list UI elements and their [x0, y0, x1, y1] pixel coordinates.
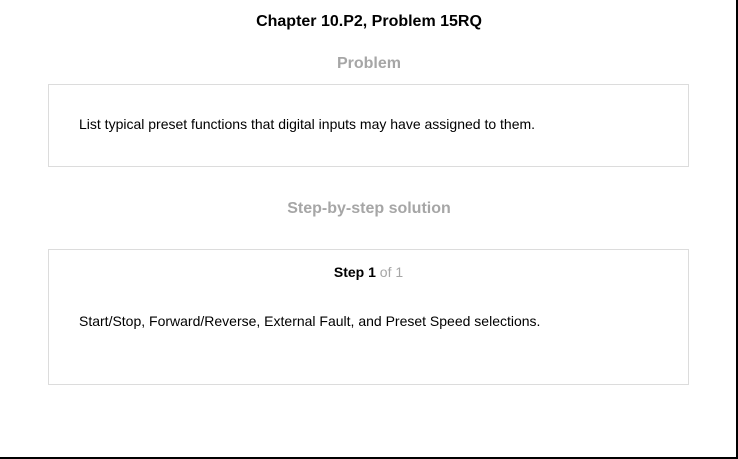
problem-box: List typical preset functions that digit…	[48, 84, 689, 167]
page-title: Chapter 10.P2, Problem 15RQ	[256, 13, 482, 30]
step-total: of 1	[379, 264, 404, 280]
step-counter: Step 1 of 1	[49, 263, 688, 281]
problem-heading: Problem	[336, 55, 401, 72]
solution-text: Start/Stop, Forward/Reverse, External Fa…	[79, 313, 541, 329]
solution-box: Step 1 of 1 Start/Stop, Forward/Reverse,…	[48, 249, 689, 385]
step-word: Step	[333, 264, 365, 280]
step-number: 1	[368, 264, 376, 280]
solution-heading: Step-by-step solution	[287, 200, 451, 217]
problem-text: List typical preset functions that digit…	[79, 116, 536, 132]
